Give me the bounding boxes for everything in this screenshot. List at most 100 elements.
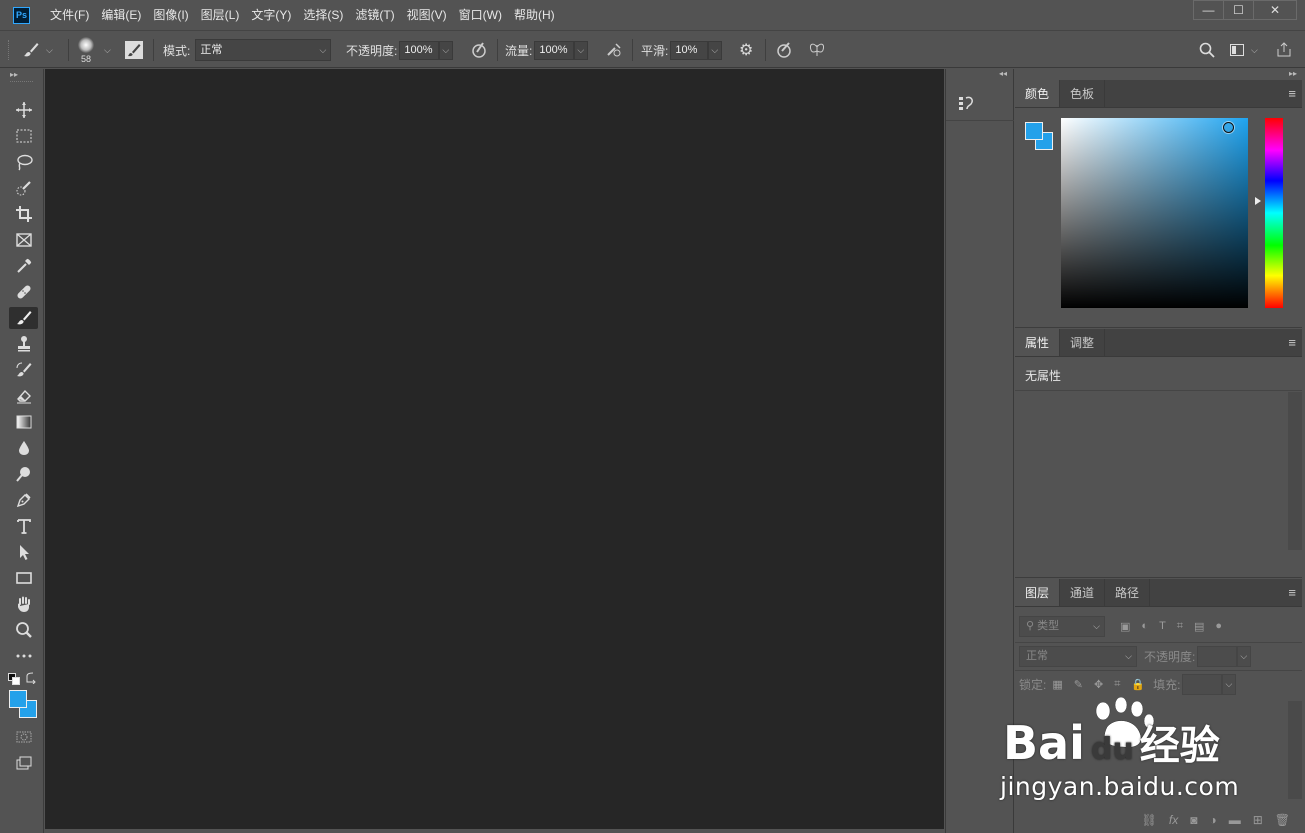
share-button[interactable]: [1276, 32, 1292, 68]
flow-input[interactable]: 100%: [534, 40, 575, 60]
menu-help[interactable]: 帮助(H): [508, 0, 561, 31]
adjustment-layer-icon[interactable]: ◑: [1209, 813, 1216, 827]
menu-edit[interactable]: 编辑(E): [95, 0, 147, 31]
frame-tool[interactable]: [9, 229, 38, 251]
tab-swatches[interactable]: 色板: [1060, 80, 1106, 107]
lasso-tool[interactable]: [9, 151, 38, 173]
opacity-input[interactable]: 100%: [399, 40, 440, 60]
collapse-dock-icon[interactable]: ◂◂: [946, 69, 1013, 79]
clone-stamp-tool[interactable]: [9, 333, 38, 355]
filter-type-icon[interactable]: T: [1159, 620, 1166, 632]
smoothing-options-button[interactable]: ⚙: [739, 32, 753, 68]
workspace-switcher[interactable]: ⌵: [1229, 32, 1258, 68]
tab-adjustments[interactable]: 调整: [1060, 329, 1106, 356]
dodge-tool[interactable]: [9, 463, 38, 485]
filter-smart-object-icon[interactable]: ▤: [1194, 620, 1204, 633]
flow-dropdown[interactable]: ⌵: [574, 40, 589, 60]
path-select-tool[interactable]: [9, 541, 38, 563]
tab-paths[interactable]: 路径: [1105, 579, 1151, 606]
panel-menu-icon[interactable]: ≡: [1288, 80, 1296, 108]
brush-settings-toggle[interactable]: [125, 32, 143, 68]
menu-window[interactable]: 窗口(W): [453, 0, 508, 31]
fx-icon[interactable]: fx: [1169, 813, 1178, 827]
search-button[interactable]: [1199, 32, 1215, 68]
healing-brush-tool[interactable]: [9, 281, 38, 303]
tab-channels[interactable]: 通道: [1060, 579, 1106, 606]
mode-select[interactable]: 正常 ⌵: [195, 39, 332, 61]
panel-menu-icon[interactable]: ≡: [1288, 329, 1296, 357]
menu-view[interactable]: 视图(V): [401, 0, 453, 31]
close-button[interactable]: ✕: [1253, 0, 1297, 20]
type-tool[interactable]: [9, 515, 38, 537]
add-mask-icon[interactable]: ◙: [1190, 813, 1197, 827]
history-brush-tool[interactable]: [9, 359, 38, 381]
filter-shape-icon[interactable]: ⌗: [1177, 620, 1183, 633]
gradient-tool[interactable]: [9, 411, 38, 433]
brush-tool[interactable]: [9, 307, 38, 329]
blur-tool[interactable]: [9, 437, 38, 459]
lock-artboard-icon[interactable]: ⌗: [1114, 678, 1120, 691]
menu-filter[interactable]: 滤镜(T): [349, 0, 400, 31]
hue-slider-marker[interactable]: [1255, 197, 1261, 205]
filter-pixel-icon[interactable]: ▣: [1120, 620, 1130, 633]
minimize-button[interactable]: —: [1193, 0, 1223, 20]
hand-tool[interactable]: [9, 593, 38, 615]
trash-icon[interactable]: 🗑: [1275, 813, 1290, 827]
brush-preset-picker[interactable]: 58: [78, 32, 94, 68]
smoothing-input[interactable]: 10%: [670, 40, 709, 60]
hue-slider[interactable]: [1265, 118, 1283, 308]
new-group-icon[interactable]: ▬: [1229, 813, 1241, 827]
layer-opacity-dropdown[interactable]: ⌵: [1237, 645, 1252, 667]
history-panel-button[interactable]: [946, 85, 1014, 121]
zoom-tool[interactable]: [9, 619, 38, 641]
color-field[interactable]: [1061, 118, 1248, 308]
new-layer-icon[interactable]: ⊞: [1253, 813, 1263, 827]
quick-select-tool[interactable]: [9, 177, 38, 199]
rectangle-tool[interactable]: [9, 567, 38, 589]
pressure-opacity-button[interactable]: [470, 32, 488, 68]
crop-tool[interactable]: [9, 203, 38, 225]
move-tool[interactable]: [9, 99, 38, 121]
quick-mask-button[interactable]: [9, 726, 38, 748]
panel-menu-icon[interactable]: ≡: [1288, 579, 1296, 607]
layers-scrollbar[interactable]: [1288, 701, 1302, 799]
opacity-dropdown[interactable]: ⌵: [439, 40, 454, 60]
more-tools[interactable]: [9, 645, 38, 667]
pressure-size-button[interactable]: [775, 32, 793, 68]
marquee-tool[interactable]: [9, 125, 38, 147]
filter-adjustment-icon[interactable]: ◐: [1141, 620, 1148, 632]
maximize-button[interactable]: ☐: [1223, 0, 1253, 20]
menu-image[interactable]: 图像(I): [147, 0, 194, 31]
document-canvas-area[interactable]: [45, 69, 944, 829]
color-picker-ring[interactable]: [1223, 122, 1234, 133]
foreground-color-swatch[interactable]: [9, 690, 27, 708]
lock-all-icon[interactable]: 🔒: [1131, 678, 1145, 691]
tab-color[interactable]: 颜色: [1015, 80, 1061, 107]
fill-input[interactable]: [1182, 673, 1223, 695]
symmetry-button[interactable]: [808, 32, 826, 68]
swap-colors-icon[interactable]: [25, 672, 37, 685]
eyedropper-tool[interactable]: [9, 255, 38, 277]
lock-transparent-icon[interactable]: ▦: [1052, 678, 1062, 691]
blend-mode-select[interactable]: 正常 ⌵: [1019, 645, 1137, 667]
screen-mode-button[interactable]: [9, 752, 38, 774]
link-layers-icon[interactable]: ⛓: [1142, 813, 1157, 827]
lock-position-icon[interactable]: ✥: [1094, 678, 1103, 691]
chevron-down-icon[interactable]: ⌵: [104, 32, 111, 68]
layer-opacity-input[interactable]: [1197, 645, 1238, 667]
tab-properties[interactable]: 属性: [1015, 329, 1061, 356]
expand-panels-icon[interactable]: ▸▸: [1015, 69, 1305, 79]
menu-layer[interactable]: 图层(L): [195, 0, 246, 31]
tab-layers[interactable]: 图层: [1015, 579, 1061, 606]
tool-preset-picker[interactable]: ⌵: [8, 32, 53, 68]
lock-image-icon[interactable]: ✎: [1074, 678, 1083, 691]
filter-toggle-icon[interactable]: ●: [1215, 620, 1222, 632]
menu-select[interactable]: 选择(S): [297, 0, 349, 31]
collapse-toolbar-icon[interactable]: ▸▸: [0, 69, 43, 79]
menu-file[interactable]: 文件(F): [44, 0, 95, 31]
properties-scrollbar[interactable]: [1288, 392, 1302, 550]
eraser-tool[interactable]: [9, 385, 38, 407]
airbrush-button[interactable]: [605, 32, 623, 68]
smoothing-dropdown[interactable]: ⌵: [708, 40, 723, 60]
default-colors-icon[interactable]: [8, 673, 20, 685]
